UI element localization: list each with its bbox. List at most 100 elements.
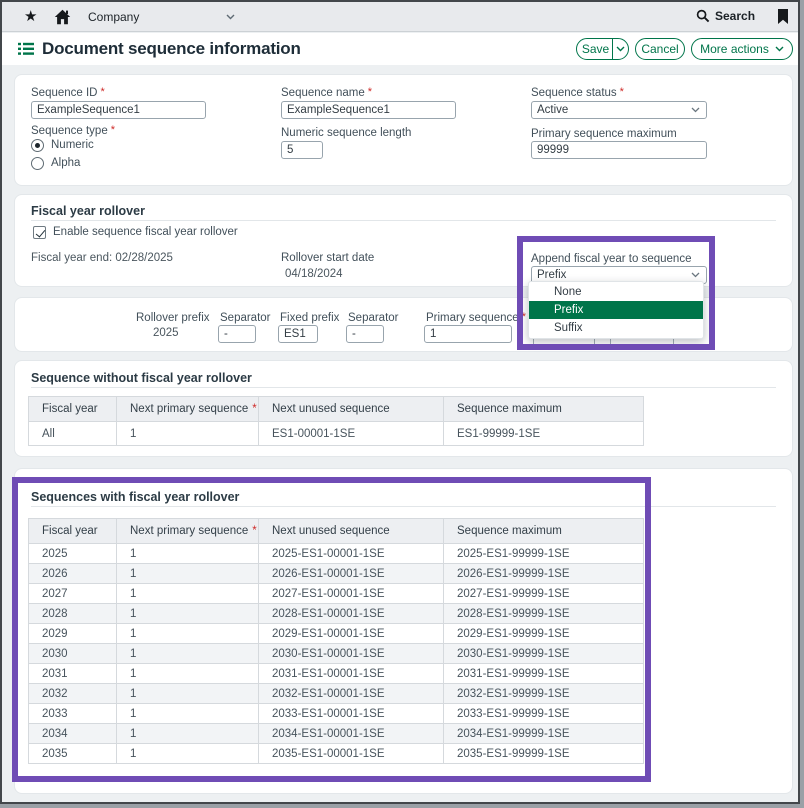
table-row: 202612026-ES1-00001-1SE2026-ES1-99999-1S… — [29, 564, 644, 584]
table-cell: 2035 — [29, 744, 117, 764]
separator1-label: Separator — [220, 312, 271, 324]
app-window: ★ Company Search — [0, 0, 800, 804]
column-header: Next unused sequence — [259, 397, 444, 422]
table-cell: 2031 — [29, 664, 117, 684]
table-cell: 1 — [117, 644, 259, 664]
table-cell: 2031-ES1-00001-1SE — [259, 664, 444, 684]
table-cell: 1 — [117, 624, 259, 644]
table-row: 203312033-ES1-00001-1SE2033-ES1-99999-1S… — [29, 704, 644, 724]
enable-rollover-checkbox[interactable] — [33, 226, 46, 239]
rollover-prefix-label: Rollover prefix — [136, 312, 210, 324]
rollover-start-date-value: 04/18/2024 — [285, 268, 343, 280]
append-dropdown-menu: NonePrefixSuffix — [528, 281, 704, 339]
table-cell: 2025-ES1-00001-1SE — [259, 544, 444, 564]
fiscal-rollover-card: Fiscal year rollover Enable sequence fis… — [14, 194, 793, 287]
table-cell: 2034 — [29, 724, 117, 744]
table-cell: 1 — [117, 744, 259, 764]
favorites-star-icon[interactable]: ★ — [24, 8, 37, 26]
dropdown-option-prefix[interactable]: Prefix — [529, 301, 703, 319]
sequence-id-input[interactable]: ExampleSequence1 — [31, 101, 206, 119]
separator2-input[interactable]: - — [346, 325, 384, 343]
table-row: 202512025-ES1-00001-1SE2025-ES1-99999-1S… — [29, 544, 644, 564]
more-actions-label: More actions — [700, 42, 769, 56]
table-cell: 2028-ES1-00001-1SE — [259, 604, 444, 624]
home-icon[interactable] — [54, 9, 71, 25]
column-header: Fiscal year — [29, 397, 117, 422]
separator1-input[interactable]: - — [218, 325, 256, 343]
table-cell: 2028 — [29, 604, 117, 624]
cancel-button[interactable]: Cancel — [635, 38, 685, 60]
table-header-row: Fiscal yearNext primary sequence*Next un… — [29, 519, 644, 544]
table-row: 203412034-ES1-00001-1SE2034-ES1-99999-1S… — [29, 724, 644, 744]
table-cell: 2032-ES1-00001-1SE — [259, 684, 444, 704]
dropdown-option-suffix[interactable]: Suffix — [529, 319, 703, 337]
more-actions-button[interactable]: More actions — [691, 38, 793, 60]
company-menu-label[interactable]: Company — [88, 10, 139, 24]
table-cell: 2035-ES1-99999-1SE — [444, 744, 644, 764]
table-cell: 1 — [117, 422, 259, 446]
table-cell: 2035-ES1-00001-1SE — [259, 744, 444, 764]
rollover-start-date-label: Rollover start date — [281, 252, 374, 264]
table-cell: 2028-ES1-99999-1SE — [444, 604, 644, 624]
table-cell: 2026-ES1-00001-1SE — [259, 564, 444, 584]
separator2-label: Separator — [348, 312, 399, 324]
column-header: Next primary sequence* — [117, 519, 259, 544]
fiscal-rollover-heading: Fiscal year rollover — [31, 204, 145, 218]
table-row: 202912029-ES1-00001-1SE2029-ES1-99999-1S… — [29, 624, 644, 644]
table-row: All1ES1-00001-1SEES1-99999-1SE — [29, 422, 644, 446]
table-cell: 2033-ES1-00001-1SE — [259, 704, 444, 724]
table-cell: ES1-99999-1SE — [444, 422, 644, 446]
sequence-name-label: Sequence name — [281, 87, 372, 99]
table-cell: 2029 — [29, 624, 117, 644]
table-cell: 2026 — [29, 564, 117, 584]
table-cell: 2030-ES1-00001-1SE — [259, 644, 444, 664]
table-cell: ES1-00001-1SE — [259, 422, 444, 446]
table-cell: 1 — [117, 604, 259, 624]
table-cell: 2027-ES1-00001-1SE — [259, 584, 444, 604]
sequence-type-radio[interactable] — [31, 157, 44, 170]
primary-sequence-input[interactable]: 1 — [424, 325, 512, 343]
table-row: 202812028-ES1-00001-1SE2028-ES1-99999-1S… — [29, 604, 644, 624]
sequence-status-label: Sequence status — [531, 87, 624, 99]
sequence-name-input[interactable]: ExampleSequence1 — [281, 101, 456, 119]
bookmark-icon[interactable] — [777, 9, 789, 24]
save-dropdown-toggle[interactable] — [612, 39, 628, 59]
sequence-type-label: Sequence type — [31, 125, 115, 137]
numeric-length-input[interactable]: 5 — [281, 141, 323, 159]
primary-max-label: Primary sequence maximum — [531, 128, 677, 140]
primary-max-input[interactable]: 99999 — [531, 141, 707, 159]
sequence-status-select[interactable]: Active — [531, 101, 707, 119]
append-fiscal-year-label: Append fiscal year to sequence — [531, 253, 691, 265]
table-cell: 2033-ES1-99999-1SE — [444, 704, 644, 724]
search-button[interactable]: Search — [696, 9, 755, 23]
list-icon — [18, 42, 34, 61]
sequence-form-card: Sequence ID ExampleSequence1 Sequence ty… — [14, 74, 793, 186]
table-cell: 2033 — [29, 704, 117, 724]
dropdown-option-none[interactable]: None — [529, 283, 703, 301]
numeric-length-label: Numeric sequence length — [281, 127, 411, 139]
table-row: 203512035-ES1-00001-1SE2035-ES1-99999-1S… — [29, 744, 644, 764]
table-cell: 1 — [117, 564, 259, 584]
table-cell: 2025 — [29, 544, 117, 564]
table-cell: 2027 — [29, 584, 117, 604]
table-cell: 2027-ES1-99999-1SE — [444, 584, 644, 604]
save-button-label[interactable]: Save — [577, 42, 612, 56]
cancel-button-label: Cancel — [641, 42, 678, 56]
table-cell: 2029-ES1-99999-1SE — [444, 624, 644, 644]
sequence-without-rollover-table: Fiscal yearNext primary sequence*Next un… — [28, 396, 644, 446]
table-cell: 2029-ES1-00001-1SE — [259, 624, 444, 644]
chevron-down-icon[interactable] — [226, 14, 235, 20]
fixed-prefix-input[interactable]: ES1 — [278, 325, 318, 343]
table-cell: 2034-ES1-00001-1SE — [259, 724, 444, 744]
table-cell: All — [29, 422, 117, 446]
table-cell: 2026-ES1-99999-1SE — [444, 564, 644, 584]
primary-sequence-label: Primary sequence — [426, 312, 526, 324]
save-button[interactable]: Save — [576, 38, 629, 60]
sequence-type-radio[interactable] — [31, 139, 44, 152]
fixed-prefix-label: Fixed prefix — [280, 312, 339, 324]
table-row: 202712027-ES1-00001-1SE2027-ES1-99999-1S… — [29, 584, 644, 604]
fiscal-year-end-text: Fiscal year end: 02/28/2025 — [31, 252, 173, 264]
column-header: Next unused sequence — [259, 519, 444, 544]
table-row: 203012030-ES1-00001-1SE2030-ES1-99999-1S… — [29, 644, 644, 664]
table-cell: 2034-ES1-99999-1SE — [444, 724, 644, 744]
